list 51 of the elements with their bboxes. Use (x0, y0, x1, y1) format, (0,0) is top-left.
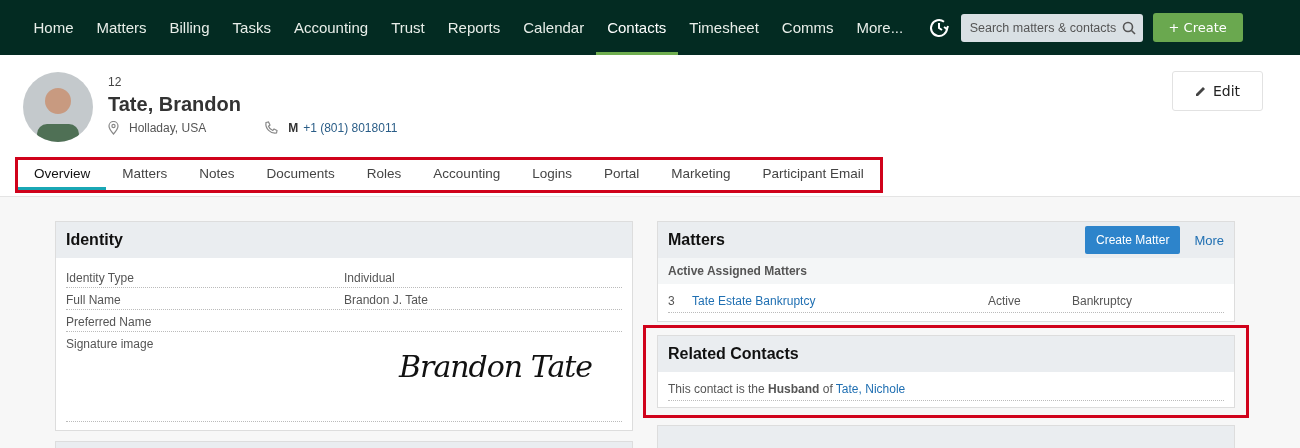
nav-item[interactable]: Accounting (282, 0, 380, 55)
matter-link[interactable]: Tate Estate Bankruptcy (692, 294, 988, 308)
tab[interactable]: Portal (587, 160, 656, 190)
field-label: Identity Type (66, 271, 135, 285)
section-subheading: Active Assigned Matters (658, 258, 1234, 284)
contact-name: Tate, Brandon (108, 93, 242, 116)
nav-item[interactable]: Tasks (221, 0, 283, 55)
relationship-text: This contact is the Husband of Tate, Nichole (668, 372, 1224, 401)
nav-item[interactable]: Timesheet (677, 0, 771, 55)
tab[interactable]: Notes (183, 160, 251, 190)
nav-item[interactable]: Trust (379, 0, 437, 55)
tab[interactable]: Logins (516, 160, 588, 190)
location-pin-icon (108, 121, 119, 135)
edit-button[interactable]: Edit (1172, 71, 1263, 111)
matter-type: Bankruptcy (1072, 294, 1134, 308)
tab[interactable]: Participant Email (746, 160, 880, 190)
nav-item[interactable]: Comms (770, 0, 845, 55)
tab[interactable]: Roles (350, 160, 418, 190)
more-link[interactable]: More (1194, 232, 1224, 248)
matter-number: 3 (668, 294, 676, 308)
nav-item[interactable]: Calendar (511, 0, 596, 55)
tab[interactable]: Overview (18, 160, 107, 190)
phone-icon (264, 121, 279, 135)
card-title: Matters (668, 231, 726, 249)
card-title: Identity (66, 231, 124, 249)
phone-type: M (288, 121, 299, 135)
nav-item[interactable]: Home (22, 0, 85, 55)
contact-link[interactable]: Tate, Nichole (835, 382, 906, 396)
phone-number[interactable]: +1 (801) 8018011 (303, 121, 398, 135)
contact-number: 12 (108, 75, 123, 89)
nav-item[interactable]: Matters (85, 0, 159, 55)
search-icon (1121, 20, 1136, 35)
field-label: Preferred Name (66, 315, 153, 329)
create-matter-button[interactable]: Create Matter (1085, 226, 1181, 254)
tab[interactable]: Marketing (655, 160, 747, 190)
nav-item[interactable]: More... (845, 0, 915, 55)
tab[interactable]: Matters (106, 160, 184, 190)
nav-item[interactable]: Billing (158, 0, 222, 55)
matter-status: Active (988, 294, 1022, 308)
field-label: Full Name (66, 293, 122, 307)
field-label: Signature image (66, 337, 155, 353)
field-value: Brandon J. Tate (344, 293, 429, 307)
signature-image: Brandon Tate (399, 349, 593, 386)
contact-location: Holladay, USA (129, 121, 207, 135)
tab[interactable]: Accounting (417, 160, 517, 190)
card-title: Related Contacts (668, 345, 800, 363)
pencil-icon (1194, 85, 1207, 97)
field-value: Individual (344, 271, 396, 285)
tab[interactable]: Documents (250, 160, 351, 190)
nav-item[interactable]: Reports (436, 0, 512, 55)
search-field[interactable]: Search matters & contacts (960, 13, 1143, 42)
